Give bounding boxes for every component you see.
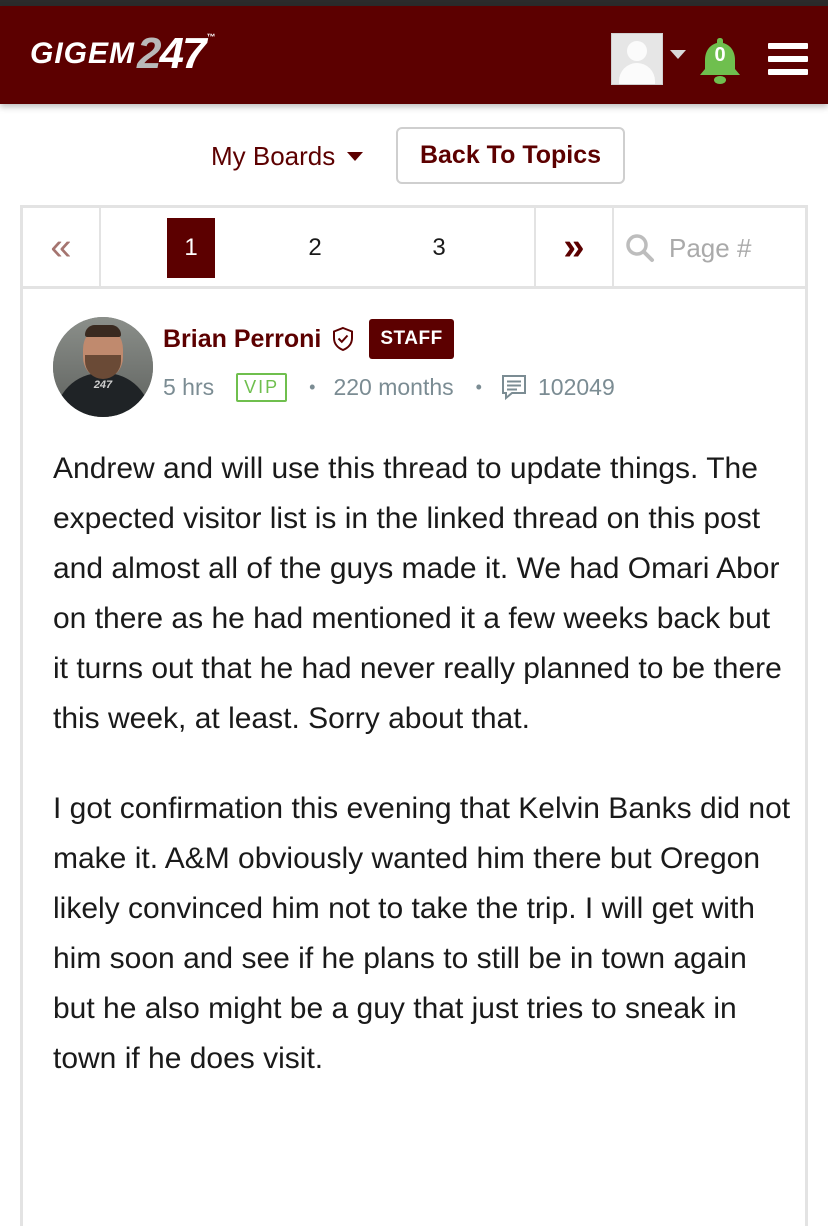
caret-down-icon [347,152,364,161]
shield-icon [333,326,354,352]
search-icon [626,234,654,262]
member-tenure: 220 months [333,373,454,400]
author-avatar[interactable]: 247 [53,317,153,417]
site-header: GIGEM 2 47 ™ 0 [0,6,828,104]
page-button-2[interactable]: 2 [291,218,339,278]
vip-badge: VIP [236,372,288,402]
site-logo[interactable]: GIGEM 2 47 ™ [30,28,215,80]
message-icon [501,375,526,401]
page-number-input[interactable] [667,231,791,265]
forum-post: 247 Brian Perroni STAFF 5 hrs VIP • 220 … [20,286,808,1226]
author-row: Brian Perroni STAFF [163,318,454,360]
separator-dot: • [309,376,316,397]
separator-dot: • [475,376,482,397]
first-page-icon[interactable]: « [23,208,101,286]
page-button-3[interactable]: 3 [415,218,463,278]
logo-text-2: 2 [137,29,162,78]
caret-down-icon[interactable] [670,50,686,59]
post-time: 5 hrs [163,373,215,400]
avatar-body-shape [619,63,655,84]
page-search [625,228,795,268]
last-page-icon[interactable]: » [534,208,614,286]
post-count: 102049 [537,373,615,400]
avatar-hair [85,325,121,337]
back-to-topics-button[interactable]: Back To Topics [396,127,625,184]
my-boards-label: My Boards [211,141,336,171]
pagination: « 1 2 3 » [20,205,808,289]
avatar-head-shape [627,41,647,61]
logo-trademark: ™ [206,32,216,42]
staff-badge: STAFF [369,319,454,359]
menu-bar [768,43,808,49]
post-meta: 5 hrs VIP • 220 months • 102049 [163,370,615,404]
logo-text-gigem: GIGEM [30,37,136,70]
logo-text-47: 47 [159,29,207,78]
post-paragraph: I got confirmation this evening that Kel… [53,792,791,1075]
notifications-button[interactable]: 0 [698,36,742,86]
avatar-shirt-logo: 247 [93,379,113,391]
notifications-count: 0 [714,44,726,66]
page-button-1[interactable]: 1 [167,218,215,278]
author-name[interactable]: Brian Perroni [163,325,321,354]
hamburger-menu-icon[interactable] [768,43,808,75]
post-paragraph: Andrew and will use this thread to updat… [53,452,782,735]
boards-row: My Boards Back To Topics [0,127,828,187]
menu-bar [768,69,808,75]
user-avatar-placeholder-icon[interactable] [611,33,663,85]
my-boards-dropdown[interactable]: My Boards [211,141,364,172]
post-body: Andrew and will use this thread to updat… [53,444,793,1124]
menu-bar [768,56,808,62]
